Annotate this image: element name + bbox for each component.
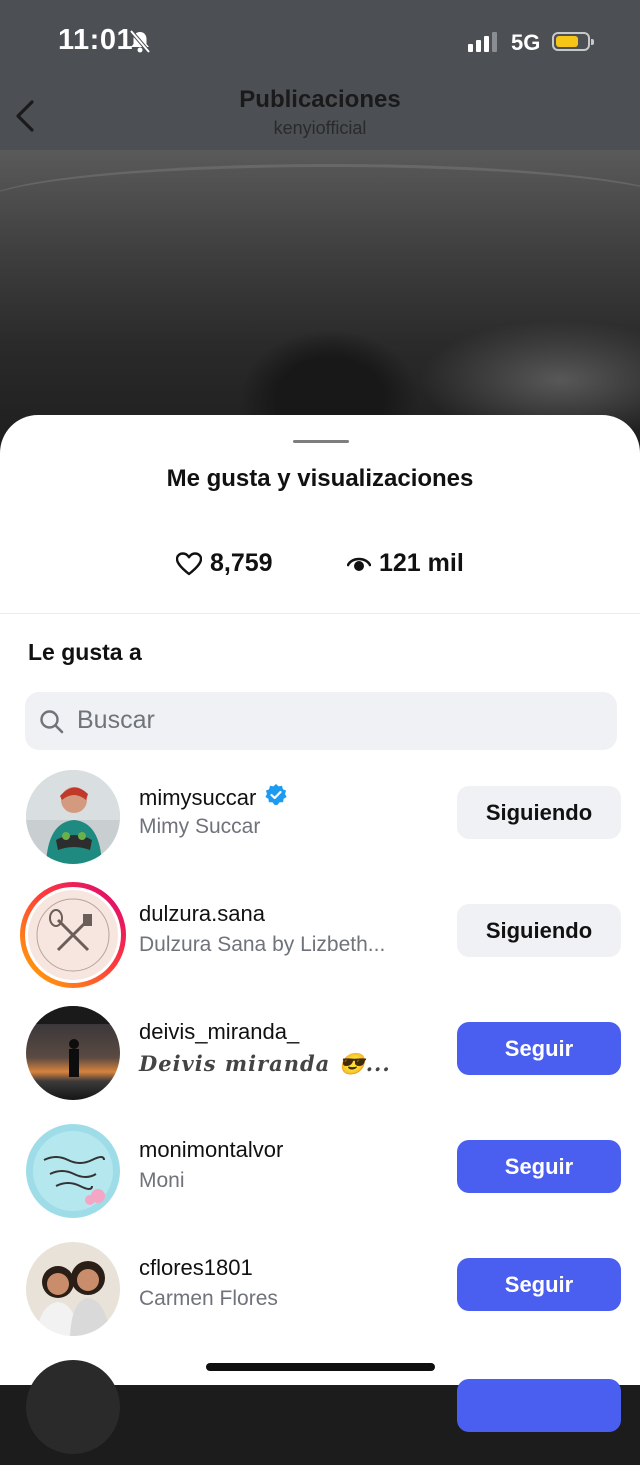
section-label: Le gusta a [28,639,142,665]
sheet-title: Me gusta y visualizaciones [166,465,474,492]
username[interactable]: deivis_miranda_ [139,1019,299,1045]
heart-icon [176,551,202,575]
nav-bar: Publicaciones kenyiofficial [0,86,640,150]
full-name: 𝑫𝒆𝒊𝒗𝒊𝒔 𝒎𝒊𝒓𝒂𝒏𝒅𝒂 😎... [139,1051,391,1076]
status-time: 11:01 [58,24,134,56]
list-item[interactable] [0,1355,640,1465]
divider [0,613,640,614]
following-button[interactable]: Siguiendo [457,904,621,957]
eye-icon [347,557,371,571]
views-stat: 121 mil [347,549,464,578]
stats-row: 8,759 121 mil [0,549,640,585]
search-input[interactable]: Buscar [25,692,617,750]
views-count: 121 mil [379,549,464,577]
full-name: Moni [139,1169,185,1192]
avatar[interactable] [26,770,120,864]
list-item[interactable]: dulzura.sana Dulzura Sana by Lizbeth... … [0,882,640,993]
username[interactable]: mimysuccar [139,783,288,813]
list-item[interactable]: deivis_miranda_ 𝑫𝒆𝒊𝒗𝒊𝒔 𝒎𝒊𝒓𝒂𝒏𝒅𝒂 😎... Segu… [0,1001,640,1111]
battery-icon [552,32,594,51]
username[interactable]: cflores1801 [139,1255,253,1281]
list-item[interactable]: cflores1801 Carmen Flores Seguir [0,1237,640,1347]
avatar[interactable] [26,1006,120,1100]
home-indicator [206,1363,435,1371]
full-name: Carmen Flores [139,1287,278,1310]
likes-count: 8,759 [210,549,273,577]
page-subtitle: kenyiofficial [273,118,367,138]
full-name: Mimy Succar [139,815,261,838]
page-title: Publicaciones [239,86,401,113]
list-item[interactable]: mimysuccar Mimy Succar Siguiendo [0,765,640,875]
username[interactable]: monimontalvor [139,1137,283,1163]
silent-bell-icon [128,29,152,60]
post-image [0,150,640,450]
username[interactable]: dulzura.sana [139,901,265,927]
avatar[interactable] [26,1124,120,1218]
follow-button[interactable]: Seguir [457,1258,621,1311]
drag-handle[interactable] [293,440,349,443]
follow-button[interactable] [457,1379,621,1432]
follow-button[interactable]: Seguir [457,1140,621,1193]
search-icon [39,709,65,740]
following-button[interactable]: Siguiendo [457,786,621,839]
list-item[interactable]: monimontalvor Moni Seguir [0,1119,640,1229]
avatar[interactable] [20,882,126,988]
likes-stat: 8,759 [176,549,273,578]
full-name: Dulzura Sana by Lizbeth... [139,933,386,956]
status-bar: 11:01 5G [0,0,640,86]
network-type: 5G [511,30,541,55]
avatar[interactable] [26,1242,120,1336]
avatar[interactable] [26,1360,120,1454]
signal-icon [468,32,500,57]
follow-button[interactable]: Seguir [457,1022,621,1075]
likes-sheet: Me gusta y visualizaciones 8,759 121 mil… [0,415,640,1454]
verified-badge-icon [264,783,288,813]
search-placeholder: Buscar [77,706,155,734]
